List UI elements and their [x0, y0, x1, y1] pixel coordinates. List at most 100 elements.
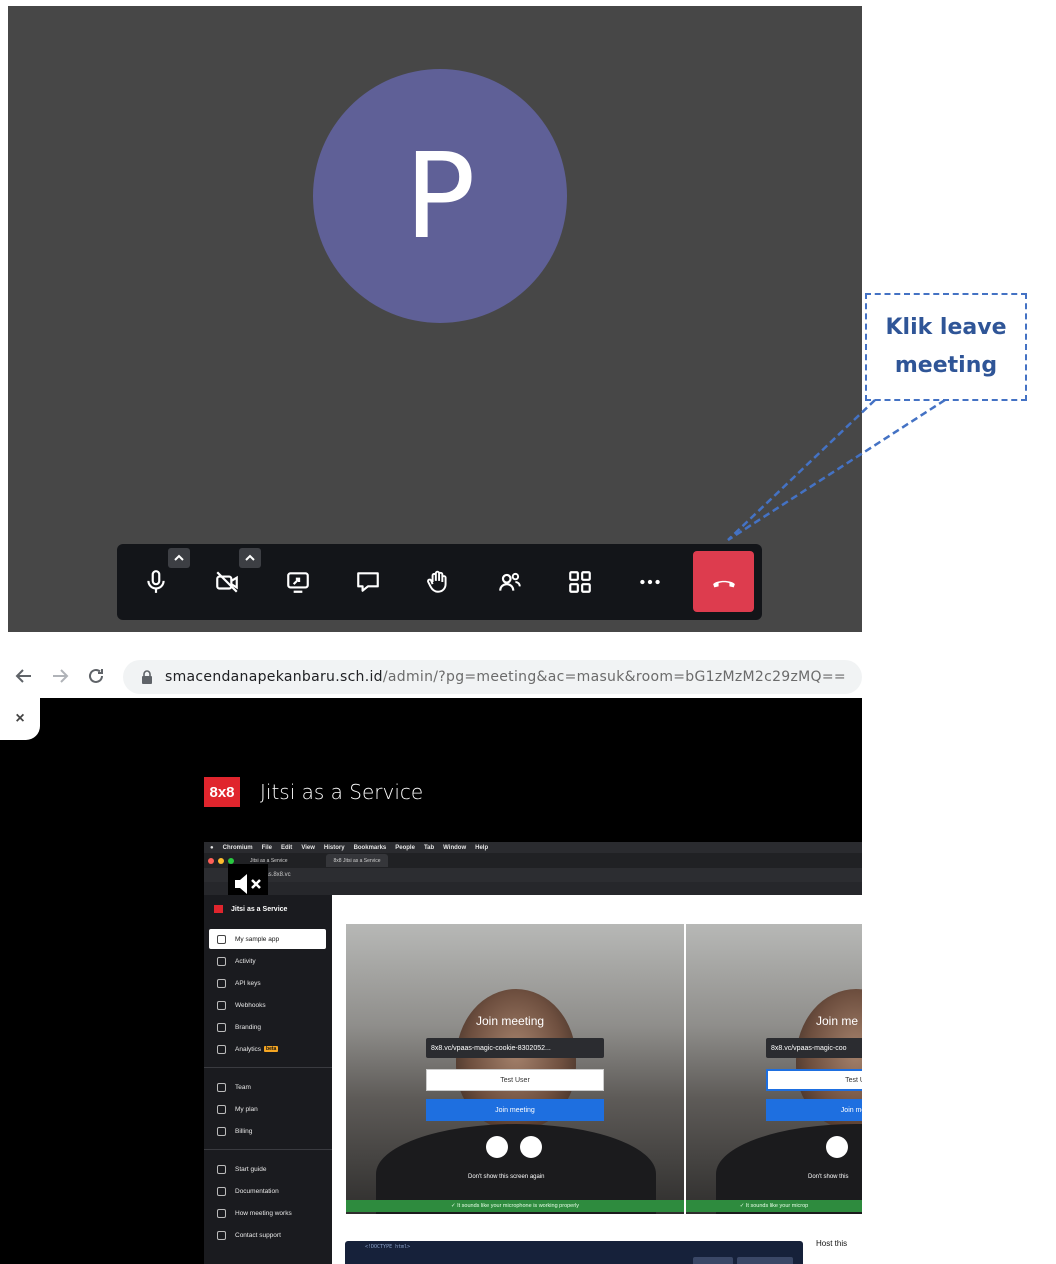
code-text: <!DOCTYPE html> — [365, 1244, 411, 1250]
page-content: × 8x8 Jitsi as a Service ● Chromium File… — [0, 698, 862, 1264]
chat-button[interactable] — [345, 559, 391, 605]
sidebar-item-billing[interactable]: Billing — [209, 1121, 326, 1141]
dont-show-again-checkbox[interactable]: Don't show this screen again — [468, 1174, 545, 1180]
join-meeting-button[interactable]: Join mee — [766, 1099, 862, 1121]
screen-share-button[interactable] — [275, 559, 321, 605]
sidebar-item-label: My plan — [235, 1105, 258, 1113]
address-bar[interactable]: smacendanapekanbaru.sch.id/admin/?pg=mee… — [123, 660, 862, 694]
help-icon — [217, 1208, 226, 1218]
menu-item[interactable]: File — [262, 845, 272, 851]
prejoin-panel-left: Join meeting 8x8.vc/vpaas-magic-cookie-8… — [346, 924, 684, 1214]
menu-item[interactable]: People — [395, 845, 415, 851]
sidebar-item-webhooks[interactable]: Webhooks — [209, 995, 326, 1015]
prejoin-mic-button[interactable] — [486, 1136, 508, 1158]
lock-icon — [142, 670, 152, 684]
close-button[interactable]: × — [0, 698, 40, 740]
mic-icon — [147, 570, 165, 593]
menu-item[interactable]: Bookmarks — [354, 845, 387, 851]
copy-button[interactable] — [693, 1257, 733, 1264]
sidebar-app-title: Jitsi as a Service — [214, 905, 287, 913]
sidebar-item-api-keys[interactable]: API keys — [209, 973, 326, 993]
menu-item[interactable]: History — [324, 845, 345, 851]
sidebar-item-branding[interactable]: Branding — [209, 1017, 326, 1037]
sidebar-item-activity[interactable]: Activity — [209, 951, 326, 971]
host-this-heading: Host this — [816, 1239, 848, 1248]
embedded-screenshot: ● Chromium File Edit View History Bookma… — [204, 842, 862, 1264]
inner-tab-active[interactable]: 8x8 Jitsi as a Service — [325, 854, 389, 867]
browser-toolbar: smacendanapekanbaru.sch.id/admin/?pg=mee… — [0, 656, 862, 698]
download-button[interactable] — [737, 1257, 793, 1264]
billing-icon — [217, 1126, 226, 1136]
menu-item[interactable]: View — [301, 845, 315, 851]
raise-hand-icon — [427, 570, 447, 593]
chat-icon — [357, 572, 379, 592]
window-close-dot[interactable] — [208, 857, 214, 864]
sidebar-item-my-sample-app[interactable]: My sample app — [209, 929, 326, 949]
sidebar-item-label: Analytics — [235, 1045, 262, 1053]
menu-item[interactable]: Edit — [281, 845, 292, 851]
sidebar-item-label: How meeting works — [235, 1209, 292, 1217]
sidebar-item-analytics[interactable]: Analytics beta — [209, 1039, 326, 1059]
sidebar-item-label: Webhooks — [235, 1001, 266, 1009]
menu-item[interactable]: Tab — [424, 845, 434, 851]
menu-item[interactable]: Help — [475, 845, 488, 851]
more-actions-button[interactable] — [627, 559, 673, 605]
window-minimize-dot[interactable] — [218, 857, 224, 864]
star-icon — [217, 1104, 226, 1114]
brand-title: Jitsi as a Service — [260, 780, 424, 804]
activity-icon — [217, 956, 226, 966]
sidebar-item-documentation[interactable]: Documentation — [209, 1181, 326, 1201]
sidebar-item-team[interactable]: Team — [209, 1077, 326, 1097]
dont-show-again-checkbox[interactable]: Don't show this — [808, 1174, 849, 1180]
volume-mute-icon — [235, 874, 261, 894]
brand-logo: 8x8 — [204, 777, 240, 807]
sidebar-item-label: Activity — [235, 957, 256, 965]
analytics-icon — [217, 1044, 226, 1054]
mini-brand-logo — [214, 905, 223, 913]
sidebar-divider — [204, 1149, 332, 1150]
mic-options-button[interactable] — [168, 548, 190, 568]
document-icon — [217, 1186, 226, 1196]
inner-sidebar: Jitsi as a Service My sample app Activit… — [204, 895, 332, 1264]
prejoin-mic-button[interactable] — [826, 1136, 848, 1158]
sidebar-item-contact-support[interactable]: Contact support — [209, 1225, 326, 1245]
apple-icon: ● — [210, 844, 214, 851]
forward-button[interactable] — [48, 664, 72, 688]
participants-button[interactable] — [487, 559, 533, 605]
join-meeting-button[interactable]: Join meeting — [426, 1099, 604, 1121]
inner-bookmarks-bar — [204, 882, 862, 895]
mac-menu-bar: ● Chromium File Edit View History Bookma… — [204, 842, 862, 853]
url-path: /admin/?pg=meeting&ac=masuk&room=bG1zMzM… — [382, 669, 846, 685]
reload-icon — [89, 668, 103, 683]
name-input[interactable]: Test User — [426, 1069, 604, 1091]
webhook-icon — [217, 1000, 226, 1010]
brand-header: 8x8 Jitsi as a Service — [204, 777, 423, 807]
sidebar-app-title-text: Jitsi as a Service — [231, 905, 288, 913]
inner-address-bar[interactable]: aas.8x8.vc — [204, 868, 862, 882]
meeting-link-field[interactable]: 8x8.vc/vpaas-magic-cookie-8302052... — [426, 1038, 604, 1058]
more-icon — [640, 579, 660, 585]
sidebar-item-my-plan[interactable]: My plan — [209, 1099, 326, 1119]
arrow-left-icon — [15, 669, 31, 683]
back-button[interactable] — [12, 664, 36, 688]
sidebar-item-start-guide[interactable]: Start guide — [209, 1159, 326, 1179]
window-zoom-dot[interactable] — [228, 857, 234, 864]
prejoin-camera-button[interactable] — [520, 1136, 542, 1158]
raise-hand-button[interactable] — [415, 559, 461, 605]
meeting-toolbar — [117, 544, 762, 620]
url-domain: smacendanapekanbaru.sch.id — [165, 669, 383, 685]
support-icon — [217, 1230, 226, 1240]
name-input[interactable]: Test U — [766, 1069, 862, 1091]
sidebar-item-how-meeting-works[interactable]: How meeting works — [209, 1203, 326, 1223]
inner-main-pane: Join meeting 8x8.vc/vpaas-magic-cookie-8… — [332, 895, 862, 1264]
mic-status-bar: ✓ It sounds like your microp — [686, 1200, 862, 1212]
code-snippet: <!DOCTYPE html> — [345, 1241, 803, 1264]
meeting-link-field[interactable]: 8x8.vc/vpaas-magic-coo — [766, 1038, 862, 1058]
menu-item[interactable]: Chromium — [223, 845, 253, 851]
participants-icon — [499, 572, 521, 591]
menu-item[interactable]: Window — [443, 845, 466, 851]
camera-options-button[interactable] — [239, 548, 261, 568]
reload-button[interactable] — [84, 664, 108, 688]
tile-view-button[interactable] — [557, 559, 603, 605]
mic-status-bar: ✓ It sounds like your microphone is work… — [346, 1200, 684, 1212]
